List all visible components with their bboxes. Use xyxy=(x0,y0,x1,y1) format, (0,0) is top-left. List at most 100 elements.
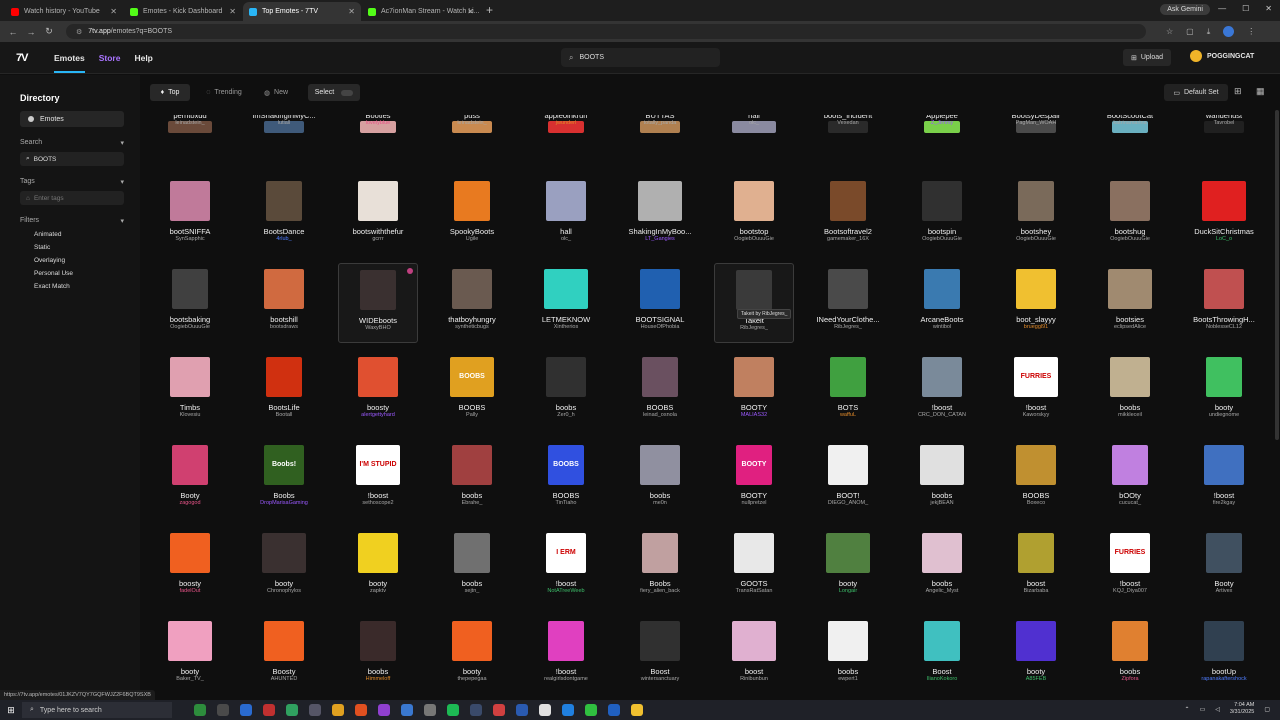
emote-card[interactable]: ImShakingInMyC... lutiall xyxy=(244,115,324,167)
emote-card[interactable]: Applepee Z_Jimmy xyxy=(902,115,982,167)
app-icon[interactable] xyxy=(562,704,574,716)
emote-card[interactable]: boosty alertgettyhard xyxy=(338,351,418,431)
emote-owner[interactable]: MALIAS32 xyxy=(708,412,800,418)
sidebar-search-input[interactable]: ⌕ BOOTS xyxy=(20,152,124,166)
filter-overlaying[interactable]: Overlaying xyxy=(20,257,124,264)
emote-owner[interactable]: fire2kgay xyxy=(1178,500,1270,506)
emote-owner[interactable]: syntheticbugs xyxy=(426,324,518,330)
emote-card[interactable]: BootsDance 4rlub_ xyxy=(244,175,324,255)
emote-card[interactable]: I ERM !boost NotATreeWeeb xyxy=(526,527,606,607)
emote-owner[interactable]: Vexedan xyxy=(802,120,894,126)
7tv-logo-icon[interactable]: 7V xyxy=(16,52,32,64)
back-icon[interactable]: ← xyxy=(4,27,22,37)
emote-card[interactable]: bootshill bootsdraws xyxy=(244,263,324,343)
emote-owner[interactable]: leinad_osnola xyxy=(614,412,706,418)
emote-card[interactable]: boobs Himmeloff xyxy=(338,615,418,690)
select-toggle[interactable]: Select xyxy=(308,84,360,101)
emote-card[interactable]: FURRIES !boost KQJ_Diya007 xyxy=(1090,527,1170,607)
filter-animated[interactable]: Animated xyxy=(20,231,124,238)
emote-card[interactable]: ShakingInMyBoo... LT_Gangies xyxy=(620,175,700,255)
emote-owner[interactable]: gcrrr xyxy=(332,236,424,242)
tab-close-icon[interactable]: ✕ xyxy=(229,7,236,16)
minimize-icon[interactable]: — xyxy=(1218,4,1226,13)
tab-close-icon[interactable]: ✕ xyxy=(348,7,355,16)
emote-card[interactable]: BOOBS BOOBS TinTiaho xyxy=(526,439,606,519)
new-tab-button[interactable]: + xyxy=(486,2,493,21)
emote-owner[interactable]: Tavrobel xyxy=(1178,120,1270,126)
emote-card[interactable]: BOOBS BOOBS Pally xyxy=(432,351,512,431)
search-section-header[interactable]: Search ▾ xyxy=(20,139,124,147)
emote-owner[interactable]: Bizarbaba xyxy=(990,588,1082,594)
emote-owner[interactable]: WaxyBHO xyxy=(333,325,423,331)
emote-owner[interactable]: bootsdraws xyxy=(238,324,330,330)
emote-card[interactable]: BootScootCat katrinamarina xyxy=(1090,115,1170,167)
emote-owner[interactable]: ewpert1 xyxy=(802,676,894,682)
emote-card[interactable]: boobs Zipfora xyxy=(1090,615,1170,690)
nav-help[interactable]: Help xyxy=(134,53,152,63)
emote-card[interactable]: I'M STUPID !boost sethoscope2 xyxy=(338,439,418,519)
emote-card[interactable]: bootSNIFFA SynSapphic xyxy=(150,175,230,255)
emote-card[interactable]: appleoinkrun jwunderl xyxy=(526,115,606,167)
emote-owner[interactable]: Artivex xyxy=(1178,588,1270,594)
browser-tab[interactable]: Top Emotes - 7TV ✕ xyxy=(243,2,361,21)
emote-owner[interactable]: Pally xyxy=(426,412,518,418)
volume-icon[interactable]: ◁ xyxy=(1215,706,1220,713)
emote-card[interactable]: BOOTSIGNAL HouseOfPhobia xyxy=(620,263,700,343)
taskbar-search-input[interactable]: ⌕ Type here to search xyxy=(22,702,172,718)
emote-owner[interactable]: undiegnome xyxy=(1178,412,1270,418)
emote-owner[interactable]: Ugile xyxy=(426,236,518,242)
app-icon[interactable] xyxy=(401,704,413,716)
tab-close-icon[interactable]: ✕ xyxy=(467,7,474,16)
app-icon[interactable] xyxy=(378,704,390,716)
emote-owner[interactable]: thepepegaa xyxy=(426,676,518,682)
emote-owner[interactable]: leinadstein_ xyxy=(426,120,518,126)
emote-owner[interactable]: PagMan_WOAH xyxy=(990,120,1082,126)
emote-card[interactable]: BOOBS leinad_osnola xyxy=(620,351,700,431)
emote-card[interactable]: bootsbaking OogiebOuuuGie xyxy=(150,263,230,343)
profile-avatar[interactable] xyxy=(1223,26,1235,37)
emote-card[interactable]: Bootsoftravel2 gamemaker_16X xyxy=(808,175,888,255)
ask-gemini-button[interactable]: Ask Gemini xyxy=(1160,4,1210,15)
emote-card[interactable]: BootsThrowingH... NoblesseCL12 xyxy=(1184,263,1264,343)
app-icon[interactable] xyxy=(355,704,367,716)
emote-owner[interactable]: brueggl91 xyxy=(990,324,1082,330)
emote-owner[interactable]: Angelic_Myst xyxy=(896,588,988,594)
emote-owner[interactable]: OogiebOuuuGie xyxy=(145,324,236,330)
upload-button[interactable]: ⊞ Upload xyxy=(1123,49,1171,66)
emote-card[interactable]: boobs Zer0_h xyxy=(526,351,606,431)
site-info-icon[interactable]: ⚙ xyxy=(76,28,82,36)
emote-owner[interactable]: lutiall xyxy=(238,120,330,126)
emote-card[interactable]: BOOTY MALIAS32 xyxy=(714,351,794,431)
emote-owner[interactable]: LT_Gangies xyxy=(614,236,706,242)
large-grid-view-icon[interactable]: ▦ xyxy=(1256,86,1265,97)
emote-owner[interactable]: totally_panda xyxy=(614,120,706,126)
emote-card[interactable]: boost Rinibunbun xyxy=(714,615,794,690)
notifications-icon[interactable]: ▢ xyxy=(1264,706,1270,713)
emote-owner[interactable]: me0n xyxy=(614,500,706,506)
chrome-icon[interactable] xyxy=(631,704,643,716)
emote-owner[interactable]: DIEGO_ANOM_ xyxy=(802,500,894,506)
emote-card[interactable]: boobs mikkleceil xyxy=(1090,351,1170,431)
emote-card[interactable]: BootsyDespair PagMan_WOAH xyxy=(996,115,1076,167)
emote-card[interactable]: Boosty AHUNTED xyxy=(244,615,324,690)
emote-card[interactable]: bootspin OogiebOuuuGie xyxy=(902,175,982,255)
emote-card[interactable]: !boost realgirlsdontgame xyxy=(526,615,606,690)
emote-owner[interactable]: realgirlsdontgame xyxy=(520,676,612,682)
app-icon[interactable] xyxy=(585,704,597,716)
emote-owner[interactable]: OogiebOuuuGie xyxy=(1084,236,1176,242)
emote-card[interactable]: boobs jekjBEAN xyxy=(902,439,982,519)
emote-card[interactable]: BootsLife Bootall xyxy=(244,351,324,431)
emote-card[interactable]: boost Bizarbaba xyxy=(996,527,1076,607)
filters-section-header[interactable]: Filters ▾ xyxy=(20,217,124,225)
emote-owner[interactable]: RibJegres_ xyxy=(709,325,799,331)
emote-owner[interactable]: katrinamarina xyxy=(1084,120,1176,126)
filter-exact-match[interactable]: Exact Match xyxy=(20,283,124,290)
page-scrollbar[interactable] xyxy=(1275,110,1279,440)
app-icon[interactable] xyxy=(493,704,505,716)
emote-card[interactable]: bootsies eclipsedAlice xyxy=(1090,263,1170,343)
emote-card[interactable]: bootshey OogiebOuuuGie xyxy=(996,175,1076,255)
emote-owner[interactable]: Longair xyxy=(802,588,894,594)
emote-card[interactable]: bootswiththefur gcrrr xyxy=(338,175,418,255)
emote-card[interactable]: Boobs! Boobs DropMarisaGaming xyxy=(244,439,324,519)
app-icon[interactable] xyxy=(194,704,206,716)
